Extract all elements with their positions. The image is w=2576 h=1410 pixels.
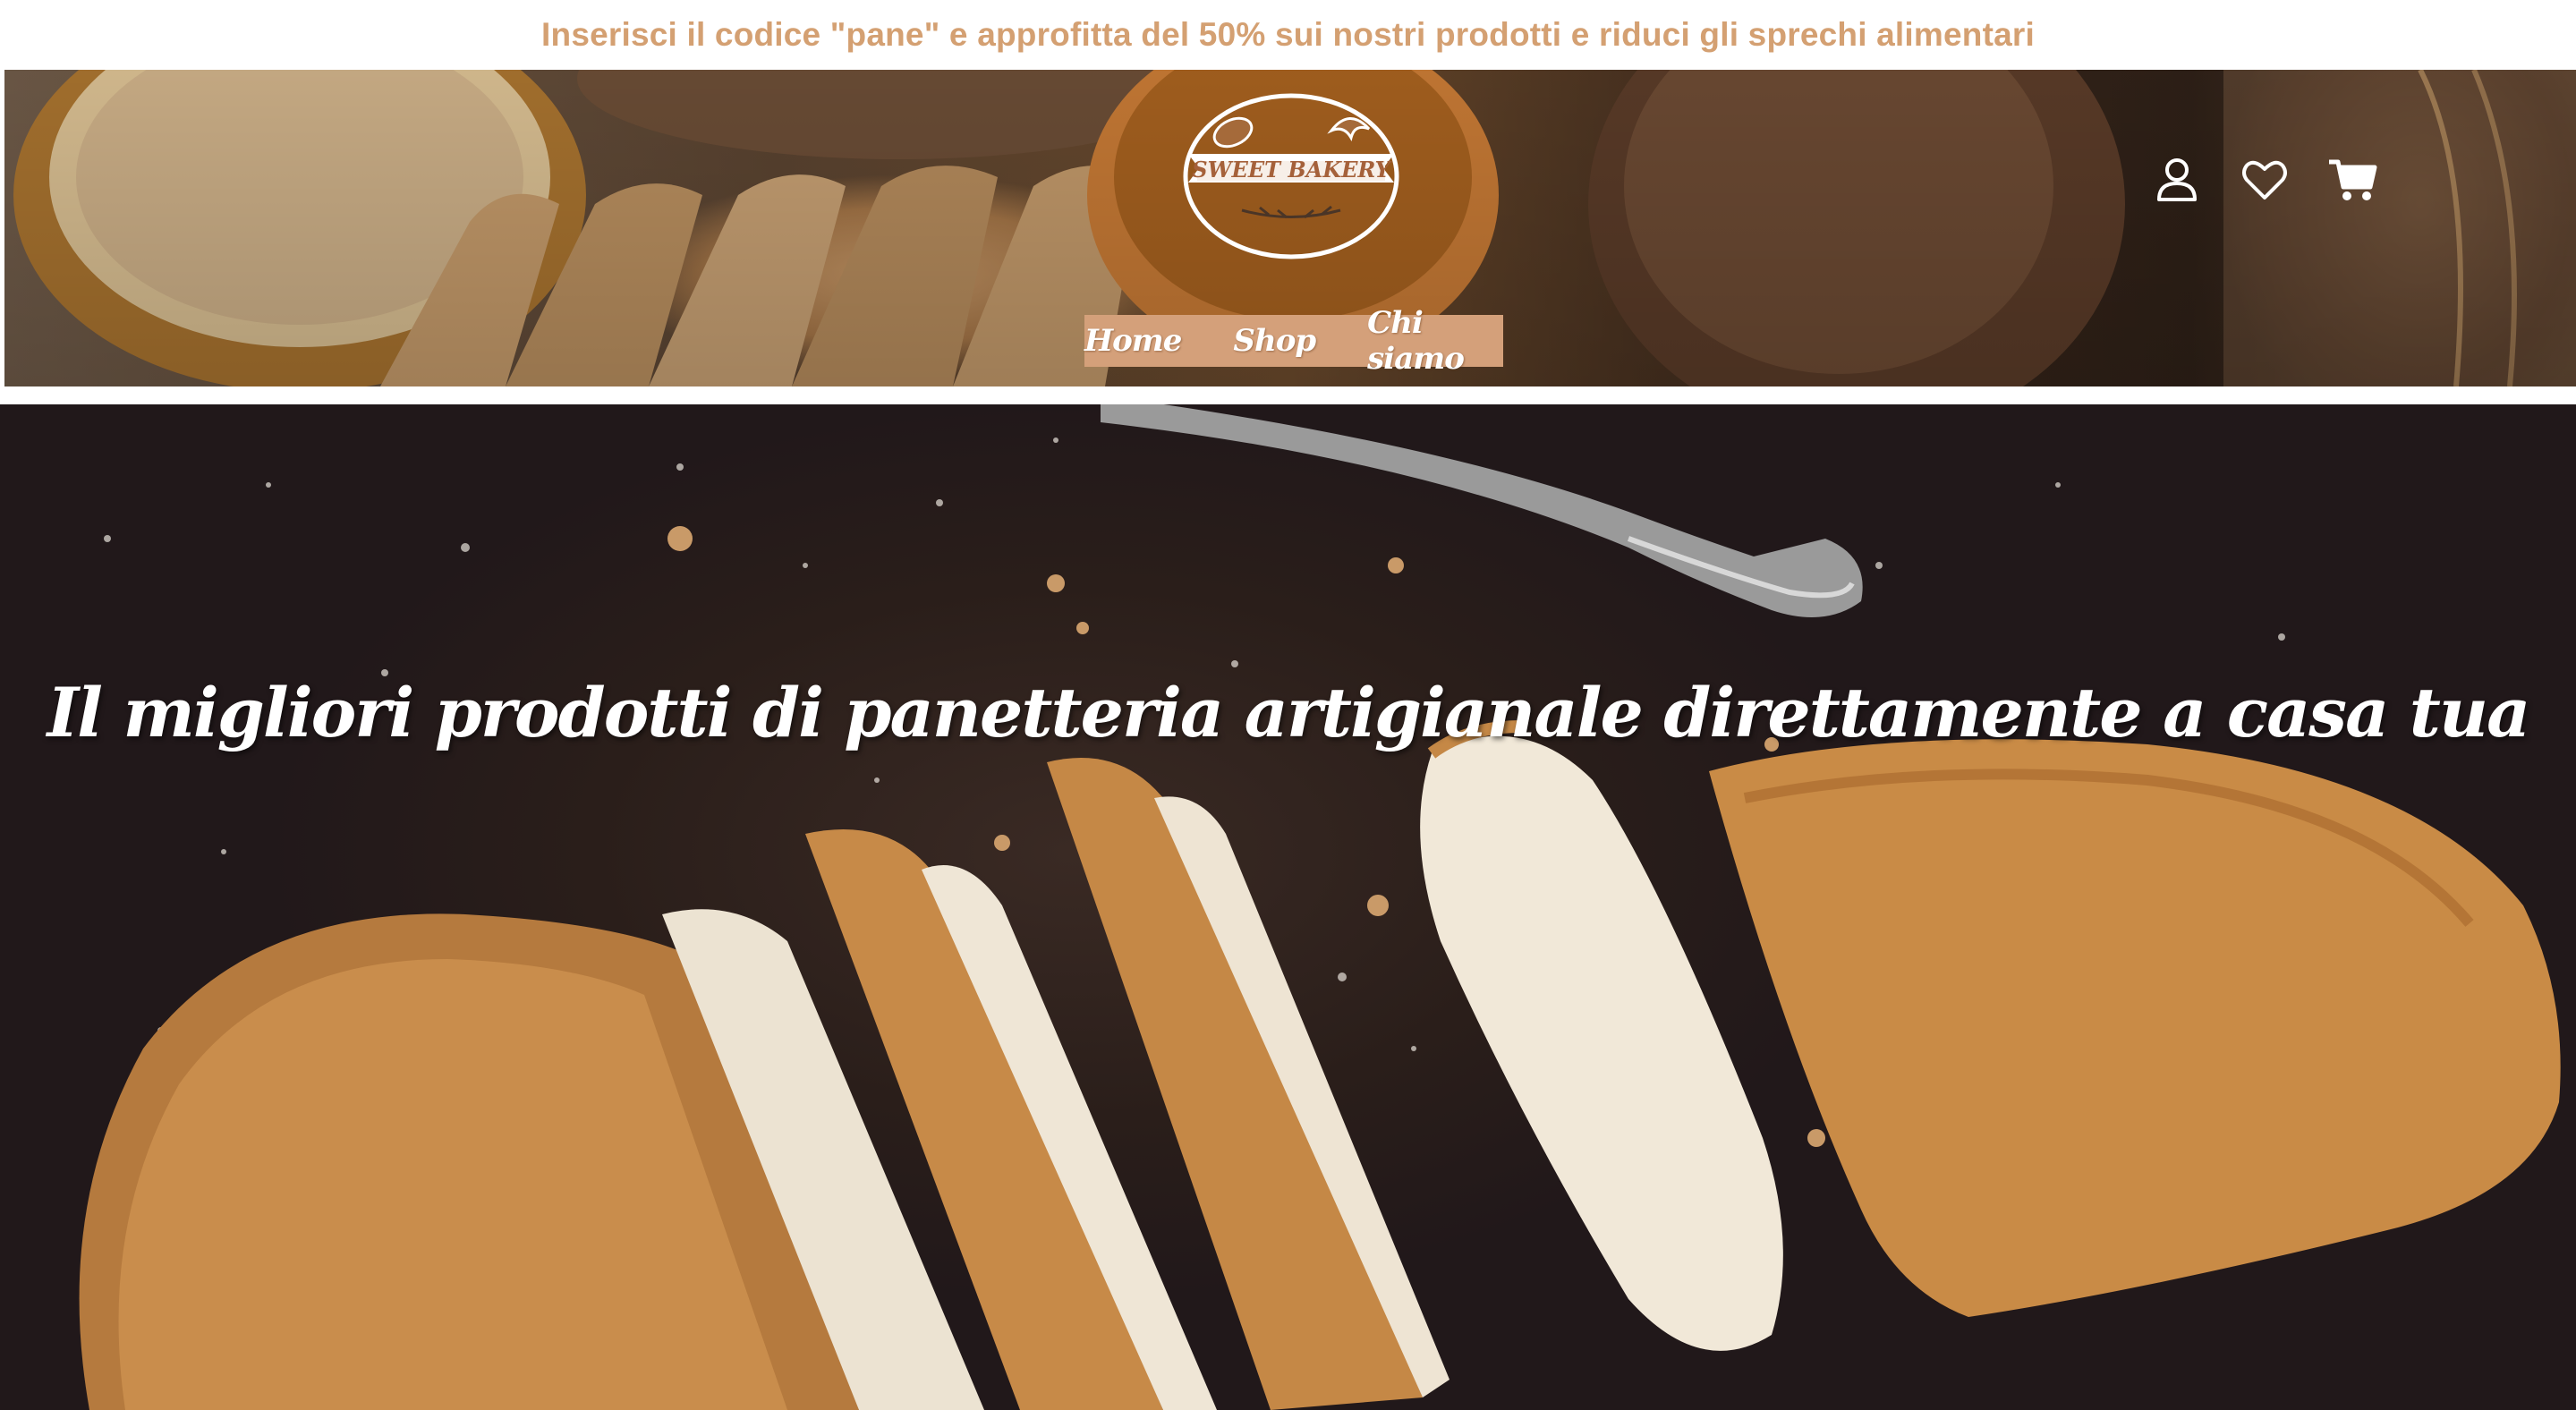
user-icon[interactable] [2152, 155, 2202, 205]
hero-background-image [79, 404, 2561, 1410]
site-header: SWEET BAKERY Home Shop Chi siamo [4, 70, 2576, 386]
promo-text: Inserisci il codice "pane" e approfitta … [541, 16, 2035, 53]
main-nav: Home Shop Chi siamo [1084, 305, 1503, 377]
nav-shop[interactable]: Shop [1233, 323, 1316, 359]
promo-bar: Inserisci il codice "pane" e approfitta … [0, 0, 2576, 70]
cart-icon[interactable] [2327, 155, 2377, 205]
hero-title: Il migliori prodotti di panetteria artig… [47, 673, 2531, 752]
header-icons [2152, 155, 2377, 205]
nav-chi-siamo[interactable]: Chi siamo [1367, 305, 1503, 377]
heart-icon[interactable] [2240, 155, 2290, 205]
sweet-bakery-logo[interactable]: SWEET BAKERY [1179, 89, 1403, 259]
logo-text: SWEET BAKERY [1192, 157, 1392, 183]
hero-banner: Il migliori prodotti di panetteria artig… [0, 404, 2576, 1410]
nav-home[interactable]: Home [1084, 323, 1182, 359]
